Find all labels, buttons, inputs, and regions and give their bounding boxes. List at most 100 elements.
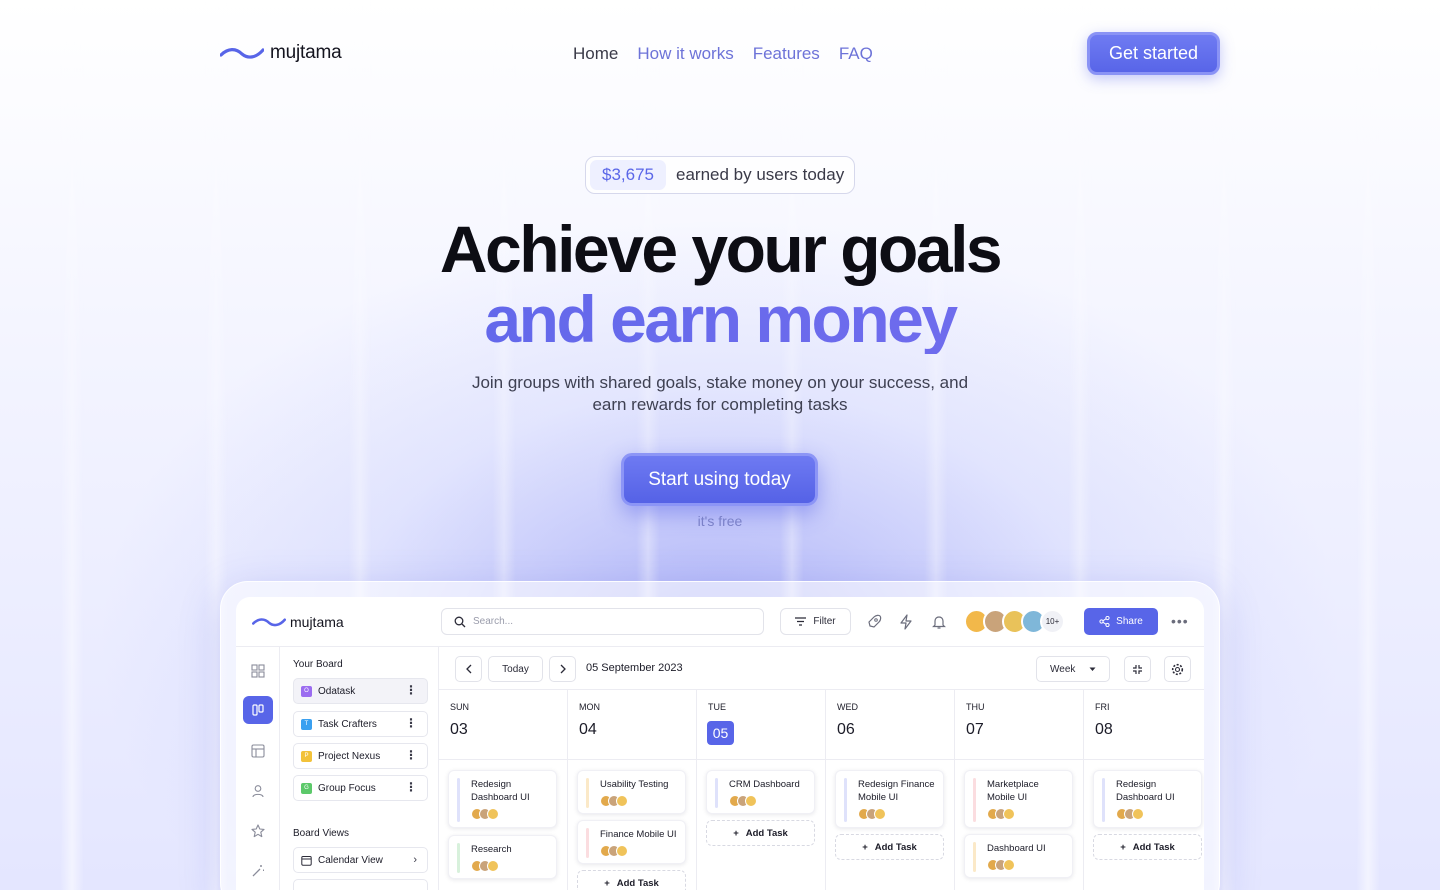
search-input[interactable]: Search... xyxy=(441,608,764,635)
view-item[interactable] xyxy=(293,879,428,890)
calendar-icon xyxy=(301,855,312,866)
kebab-menu-icon[interactable]: ⋮ xyxy=(405,717,417,729)
task-card[interactable]: Research xyxy=(448,835,557,879)
bell-icon[interactable] xyxy=(930,613,948,631)
avatars-more-count: 10+ xyxy=(1040,609,1065,634)
app-topbar: mujtama Search... Filter 10+ Share ••• xyxy=(236,597,1204,647)
today-button[interactable]: Today xyxy=(488,656,543,682)
board-item-group-focus[interactable]: G Group Focus ⋮ xyxy=(293,775,428,801)
board-item-project-nexus[interactable]: P Project Nexus ⋮ xyxy=(293,743,428,769)
add-task-label: Add Task xyxy=(616,877,659,889)
share-label: Share xyxy=(1116,616,1143,627)
task-card[interactable]: Redesign Finance Mobile UI xyxy=(835,770,944,828)
nav-link-home[interactable]: Home xyxy=(573,44,618,64)
task-color-bar xyxy=(1102,778,1105,822)
task-card[interactable]: Redesign Dashboard UI xyxy=(1093,770,1202,828)
task-card[interactable]: Usability Testing xyxy=(577,770,686,814)
rocket-icon[interactable] xyxy=(865,613,883,631)
board-color-square: T xyxy=(301,718,312,730)
kebab-menu-icon[interactable]: ⋮ xyxy=(405,749,417,761)
day-column-tue: TUE 05 CRM Dashboard + Add Task xyxy=(697,690,826,890)
day-column-mon: MON 04 Usability Testing Finance Mobile … xyxy=(568,690,697,890)
day-number: 03 xyxy=(450,721,468,738)
grid-icon[interactable] xyxy=(243,657,273,685)
share-icon xyxy=(1099,616,1110,627)
add-task-button[interactable]: + Add Task xyxy=(577,870,686,890)
day-name: THU xyxy=(966,702,985,712)
plus-icon: + xyxy=(733,827,739,839)
get-started-button[interactable]: Get started xyxy=(1087,32,1220,75)
hero-title-line2: and earn money xyxy=(0,284,1440,354)
team-avatars[interactable]: 10+ xyxy=(964,609,1065,634)
share-button[interactable]: Share xyxy=(1084,608,1158,635)
hero-subtitle: Join groups with shared goals, stake mon… xyxy=(471,373,969,414)
prev-week-button[interactable] xyxy=(455,656,482,682)
task-card[interactable]: CRM Dashboard xyxy=(706,770,815,814)
lightning-icon[interactable] xyxy=(897,613,915,631)
board-color-square: P xyxy=(301,750,312,762)
board-icon[interactable] xyxy=(243,696,273,724)
task-card[interactable]: Marketplace Mobile UI xyxy=(964,770,1073,828)
chevron-right-icon xyxy=(560,664,566,674)
day-header: MON 04 xyxy=(568,690,697,760)
board-item-odatask[interactable]: O Odatask ⋮ xyxy=(293,678,428,704)
wave-logo-icon xyxy=(220,48,264,59)
gear-icon xyxy=(1171,663,1184,675)
task-title: CRM Dashboard xyxy=(729,779,800,790)
add-task-label: Add Task xyxy=(745,827,788,839)
board-item-task-crafters[interactable]: T Task Crafters ⋮ xyxy=(293,711,428,737)
board-label: Project Nexus xyxy=(318,750,381,762)
task-avatars xyxy=(987,859,1066,871)
table-icon[interactable] xyxy=(243,737,273,765)
filter-icon xyxy=(795,617,807,626)
filter-label: Filter xyxy=(813,616,836,627)
day-name: MON xyxy=(579,702,600,712)
calendar-toolbar: Today 05 September 2023 Week xyxy=(439,647,1204,690)
free-note: it's free xyxy=(697,513,743,529)
user-icon[interactable] xyxy=(243,777,273,805)
board-color-square: G xyxy=(301,782,312,794)
task-color-bar xyxy=(457,778,460,822)
start-using-button[interactable]: Start using today xyxy=(621,453,818,506)
nav-link-how-it-works[interactable]: How it works xyxy=(637,44,733,64)
your-board-heading: Your Board xyxy=(293,659,343,670)
task-color-bar xyxy=(586,778,589,808)
day-header: TUE 05 xyxy=(697,690,826,760)
filter-button[interactable]: Filter xyxy=(780,608,851,635)
view-select[interactable]: Week xyxy=(1036,656,1110,682)
add-task-button[interactable]: + Add Task xyxy=(706,820,815,846)
day-name: TUE xyxy=(708,702,726,712)
star-icon[interactable] xyxy=(243,817,273,845)
brand-name: mujtama xyxy=(270,42,342,63)
day-name: SUN xyxy=(450,702,470,712)
more-options-icon[interactable]: ••• xyxy=(1171,613,1189,629)
collapse-button[interactable] xyxy=(1124,656,1151,682)
magic-wand-icon[interactable] xyxy=(243,857,273,885)
next-week-button[interactable] xyxy=(549,656,576,682)
task-avatars xyxy=(858,808,937,820)
nav-link-faq[interactable]: FAQ xyxy=(839,44,873,64)
nav-link-features[interactable]: Features xyxy=(753,44,820,64)
boards-sidebar: Your Board O Odatask ⋮ T Task Crafters ⋮… xyxy=(280,647,439,890)
app-logo[interactable]: mujtama xyxy=(252,614,344,630)
kebab-menu-icon[interactable]: ⋮ xyxy=(405,684,417,696)
task-card[interactable]: Dashboard UI xyxy=(964,834,1073,878)
board-color-square: O xyxy=(301,685,312,697)
day-name: FRI xyxy=(1095,702,1110,712)
hero-title-line1: Achieve your goals xyxy=(439,212,1003,286)
view-select-value: Week xyxy=(1050,663,1076,675)
brand-logo[interactable]: mujtama xyxy=(220,42,342,64)
kebab-menu-icon[interactable]: ⋮ xyxy=(405,781,417,793)
task-card[interactable]: Redesign Dashboard UI xyxy=(448,770,557,828)
add-task-button[interactable]: + Add Task xyxy=(835,834,944,860)
settings-button[interactable] xyxy=(1164,656,1191,682)
task-title: Redesign Finance Mobile UI xyxy=(858,779,935,803)
add-task-button[interactable]: + Add Task xyxy=(1093,834,1202,860)
task-color-bar xyxy=(973,778,976,822)
task-card[interactable]: Finance Mobile UI xyxy=(577,820,686,864)
chevron-right-icon: › xyxy=(413,854,417,866)
view-item-calendar[interactable]: Calendar View › xyxy=(293,847,428,873)
current-date: 05 September 2023 xyxy=(586,662,683,674)
task-color-bar xyxy=(844,778,847,822)
task-avatars xyxy=(600,795,679,807)
